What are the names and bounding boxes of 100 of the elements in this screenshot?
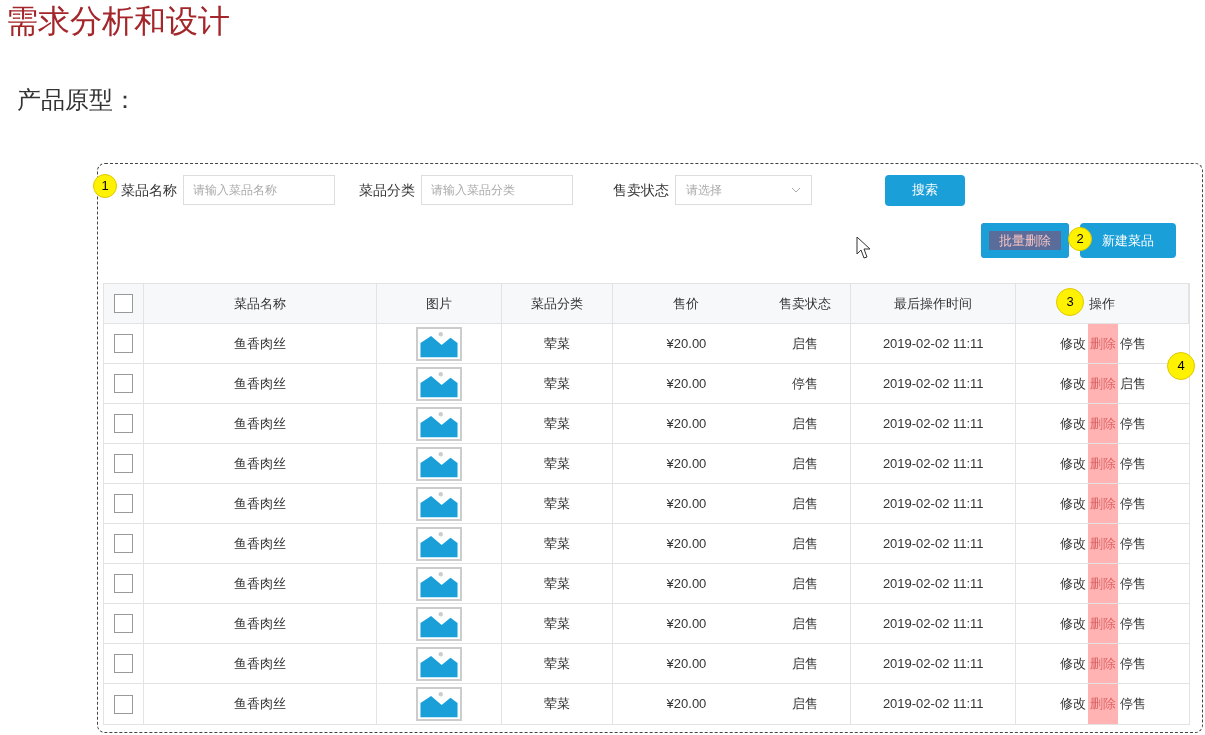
table-cell-text: 启售 bbox=[792, 414, 819, 433]
table-cell-text: 启售 bbox=[792, 334, 819, 353]
table-cell-text: 荤菜 bbox=[543, 414, 570, 433]
row-action-link[interactable]: 停售 bbox=[1117, 404, 1148, 443]
table-cell-text: 鱼香肉丝 bbox=[233, 534, 286, 553]
table-cell-text: 停售 bbox=[792, 374, 819, 393]
column-header: 菜品分类 bbox=[530, 294, 583, 313]
table-cell-text: 启售 bbox=[792, 614, 819, 633]
row-action-link[interactable]: 停售 bbox=[1117, 564, 1148, 603]
column-header: 最后操作时间 bbox=[894, 294, 973, 313]
row-action-link[interactable]: 停售 bbox=[1117, 604, 1148, 643]
table-cell-text: 荤菜 bbox=[543, 374, 570, 393]
row-action-link[interactable]: 修改 bbox=[1057, 684, 1088, 724]
column-header: 图片 bbox=[425, 294, 452, 313]
table-cell-text: 荤菜 bbox=[543, 695, 570, 714]
table-cell-text: 荤菜 bbox=[543, 454, 570, 473]
table-cell-text: ¥20.00 bbox=[666, 534, 707, 553]
table-cell-text: 2019-02-02 11:11 bbox=[882, 494, 984, 513]
chevron-down-icon bbox=[791, 187, 801, 193]
page-heading: 需求分析和设计 bbox=[6, 2, 230, 41]
checkbox[interactable] bbox=[114, 614, 133, 633]
row-action-link[interactable]: 停售 bbox=[1117, 644, 1148, 683]
table-cell-text: ¥20.00 bbox=[666, 695, 707, 714]
number-badge: 3 bbox=[1056, 288, 1085, 316]
table-cell-text: ¥20.00 bbox=[666, 654, 707, 673]
table-cell-text: 荤菜 bbox=[543, 654, 570, 673]
row-action-link[interactable]: 修改 bbox=[1057, 324, 1088, 363]
text-field[interactable]: 请输入菜品分类 bbox=[421, 175, 573, 205]
table-cell-text: 鱼香肉丝 bbox=[233, 454, 286, 473]
row-action-link[interactable]: 修改 bbox=[1057, 644, 1088, 683]
table-cell-text: 鱼香肉丝 bbox=[233, 695, 286, 714]
row-action-link[interactable]: 停售 bbox=[1117, 684, 1148, 724]
checkbox[interactable] bbox=[114, 334, 133, 353]
row-action-link[interactable]: 启售 bbox=[1117, 364, 1148, 403]
table-cell-text: 荤菜 bbox=[543, 614, 570, 633]
table-cell-text: 2019-02-02 11:11 bbox=[882, 414, 984, 433]
row-action-link[interactable]: 停售 bbox=[1117, 324, 1148, 363]
table-cell-text: 荤菜 bbox=[543, 494, 570, 513]
table-cell-text: 2019-02-02 11:11 bbox=[882, 695, 984, 714]
table-cell-text: 荤菜 bbox=[543, 574, 570, 593]
row-action-link[interactable]: 修改 bbox=[1057, 604, 1088, 643]
filter-label: 售卖状态 bbox=[613, 180, 669, 200]
table-cell-text: 启售 bbox=[792, 454, 819, 473]
table-cell-text: 鱼香肉丝 bbox=[233, 654, 286, 673]
table-cell-text: 2019-02-02 11:11 bbox=[882, 374, 984, 393]
section-heading: 产品原型： bbox=[17, 85, 137, 115]
table-cell-text: 启售 bbox=[792, 654, 819, 673]
table-cell-text: 荤菜 bbox=[543, 534, 570, 553]
column-header: 售卖状态 bbox=[779, 294, 832, 313]
row-action-link[interactable]: 停售 bbox=[1117, 484, 1148, 523]
table-cell-text: 2019-02-02 11:11 bbox=[882, 574, 984, 593]
checkbox[interactable] bbox=[114, 574, 133, 593]
table-cell-text: ¥20.00 bbox=[666, 374, 707, 393]
row-action-link[interactable]: 修改 bbox=[1057, 404, 1088, 443]
row-action-link[interactable]: 修改 bbox=[1057, 484, 1088, 523]
number-badge: 1 bbox=[93, 174, 117, 198]
row-action-link[interactable]: 修改 bbox=[1057, 524, 1088, 563]
table-cell-text: 2019-02-02 11:11 bbox=[882, 614, 984, 633]
table-cell-text: 鱼香肉丝 bbox=[233, 574, 286, 593]
table-cell-text: 鱼香肉丝 bbox=[233, 334, 286, 353]
column-header: 售价 bbox=[673, 294, 700, 313]
column-header: 操作 bbox=[1089, 294, 1116, 313]
row-action-link[interactable]: 修改 bbox=[1057, 364, 1088, 403]
checkbox[interactable] bbox=[114, 414, 133, 433]
number-badge: 4 bbox=[1167, 352, 1195, 380]
checkbox[interactable] bbox=[114, 694, 133, 714]
table-cell-text: ¥20.00 bbox=[666, 494, 707, 513]
checkbox[interactable] bbox=[114, 374, 133, 393]
checkbox[interactable] bbox=[114, 454, 133, 473]
table-cell-text: 2019-02-02 11:11 bbox=[882, 334, 984, 353]
row-action-link[interactable]: 修改 bbox=[1057, 444, 1088, 483]
text-field[interactable]: 请输入菜品名称 bbox=[183, 175, 335, 205]
table-cell-text: 2019-02-02 11:11 bbox=[882, 654, 984, 673]
table-cell-text: 鱼香肉丝 bbox=[233, 414, 286, 433]
table-cell-text: 荤菜 bbox=[543, 334, 570, 353]
row-action-link[interactable]: 修改 bbox=[1057, 564, 1088, 603]
column-header: 菜品名称 bbox=[233, 294, 286, 313]
table-cell-text: ¥20.00 bbox=[666, 414, 707, 433]
table-cell-text: ¥20.00 bbox=[666, 574, 707, 593]
table-cell-text: ¥20.00 bbox=[666, 334, 707, 353]
table-cell-text: 2019-02-02 11:11 bbox=[882, 454, 984, 473]
table-cell-text: 鱼香肉丝 bbox=[233, 374, 286, 393]
table-cell-text: 鱼香肉丝 bbox=[233, 614, 286, 633]
checkbox[interactable] bbox=[114, 294, 133, 313]
table-cell-text: ¥20.00 bbox=[666, 454, 707, 473]
row-action-link[interactable]: 停售 bbox=[1117, 524, 1148, 563]
filter-label: 菜品分类 bbox=[359, 180, 415, 200]
table-cell-text: 启售 bbox=[792, 574, 819, 593]
table-cell-text: 鱼香肉丝 bbox=[233, 494, 286, 513]
checkbox[interactable] bbox=[114, 654, 133, 673]
table-cell-text: 启售 bbox=[792, 534, 819, 553]
table-cell-text: ¥20.00 bbox=[666, 614, 707, 633]
table-cell-text: 启售 bbox=[792, 695, 819, 714]
checkbox[interactable] bbox=[114, 534, 133, 553]
filter-label: 菜品名称 bbox=[121, 180, 177, 200]
table-cell-text: 启售 bbox=[792, 494, 819, 513]
cursor-icon bbox=[856, 236, 872, 260]
checkbox[interactable] bbox=[114, 494, 133, 513]
table-cell-text: 2019-02-02 11:11 bbox=[882, 534, 984, 553]
row-action-link[interactable]: 停售 bbox=[1117, 444, 1148, 483]
